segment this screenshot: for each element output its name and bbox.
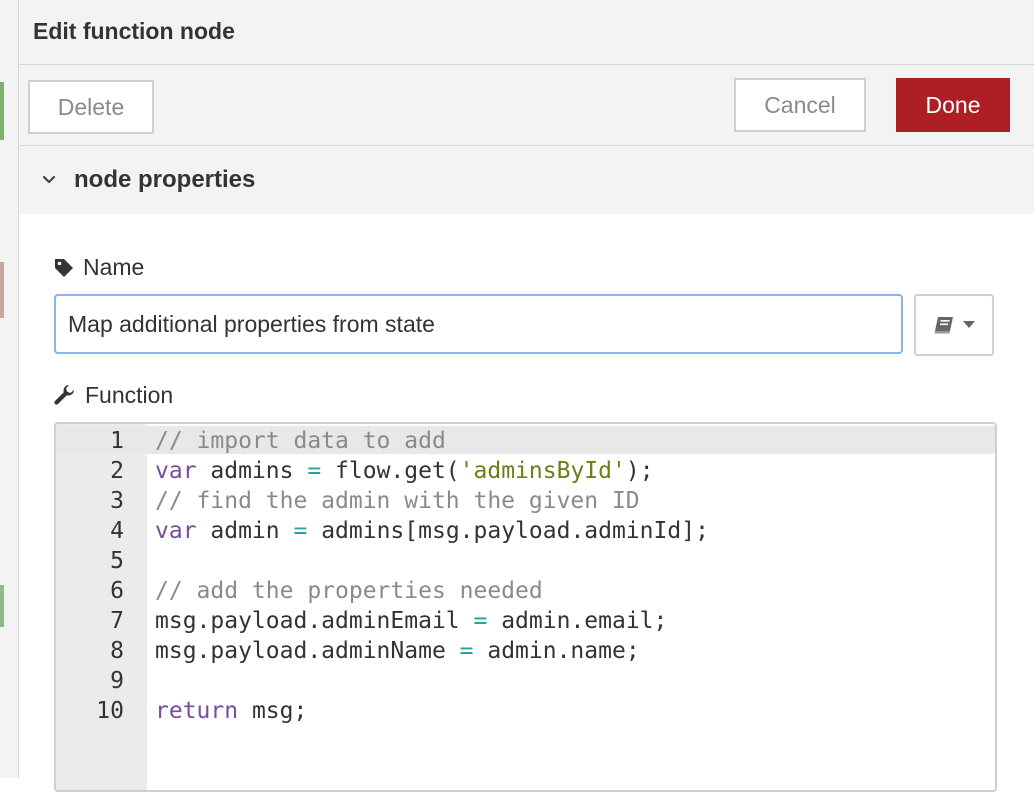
- name-label-text: Name: [83, 254, 145, 280]
- done-button[interactable]: Done: [896, 78, 1010, 132]
- book-icon: [934, 317, 953, 334]
- name-field-label: Name: [53, 254, 144, 281]
- code-token: msg.payload.adminName: [155, 638, 460, 664]
- workspace-node-marker: [0, 262, 4, 318]
- caret-down-icon: [963, 321, 975, 328]
- dialog-title: Edit function node: [33, 18, 235, 44]
- code-line: msg.payload.adminName = admin.name;: [155, 636, 709, 666]
- line-number: 6: [110, 578, 124, 604]
- line-number: 7: [110, 608, 124, 634]
- dialog-toolbar: Delete Cancel Done: [19, 65, 1034, 146]
- code-line: return msg;: [155, 696, 709, 726]
- code-token: admin: [196, 518, 294, 544]
- line-number: 8: [110, 638, 124, 664]
- code-token: msg;: [238, 698, 308, 724]
- cancel-button[interactable]: Cancel: [734, 78, 866, 132]
- workspace-edge: [0, 0, 19, 778]
- line-number: 4: [110, 518, 124, 544]
- workspace-node-marker: [0, 585, 4, 627]
- function-field-label: Function: [53, 382, 173, 409]
- code-token: msg.payload.adminEmail: [155, 608, 474, 634]
- code-content[interactable]: // import data to add var admins = flow.g…: [155, 426, 709, 726]
- line-number: 2: [110, 458, 124, 484]
- code-token: // add the properties needed: [155, 578, 543, 604]
- dialog-header: Edit function node: [19, 0, 1034, 65]
- code-token: var: [155, 518, 197, 544]
- line-number: 1: [110, 428, 124, 454]
- delete-button[interactable]: Delete: [28, 80, 154, 134]
- code-token: );: [625, 458, 654, 484]
- node-properties-section-toggle[interactable]: node properties: [19, 146, 1034, 214]
- code-line: msg.payload.adminEmail = admin.email;: [155, 606, 709, 636]
- code-line: // find the admin with the given ID: [155, 486, 709, 516]
- code-token: =: [307, 458, 322, 484]
- section-label: node properties: [74, 166, 256, 193]
- line-number: 9: [110, 668, 124, 694]
- code-token: flow.get(: [321, 458, 460, 484]
- code-editor[interactable]: 1 2 3 4 5 6 7 8 9 10 // import data to add var adm…: [54, 422, 997, 792]
- code-token: =: [473, 608, 488, 634]
- code-line: // import data to add: [155, 426, 709, 456]
- workspace-node-marker: [0, 82, 4, 140]
- line-number: 5: [110, 548, 124, 574]
- code-token: 'adminsById': [459, 458, 626, 484]
- function-label-text: Function: [85, 382, 174, 408]
- code-token: // find the admin with the given ID: [155, 488, 640, 514]
- code-token: return: [155, 698, 239, 724]
- code-token: =: [293, 518, 308, 544]
- line-number: 3: [110, 488, 124, 514]
- code-token: // import data to add: [155, 428, 446, 454]
- code-token: =: [459, 638, 474, 664]
- code-token: admins: [196, 458, 308, 484]
- library-button[interactable]: [914, 294, 994, 356]
- code-line: var admin = admins[msg.payload.adminId];: [155, 516, 709, 546]
- line-number: 10: [96, 698, 124, 724]
- wrench-icon: [54, 384, 74, 405]
- node-properties-panel: Name Function 1 2 3 4 5 6 7 8 9 10 // import data…: [19, 214, 1034, 792]
- code-token: admins[msg.payload.adminId];: [307, 518, 709, 544]
- code-token: admin.email;: [487, 608, 668, 634]
- code-token: var: [155, 458, 197, 484]
- code-token: admin.name;: [473, 638, 640, 664]
- line-numbers: 1 2 3 4 5 6 7 8 9 10: [56, 426, 124, 726]
- code-line: // add the properties needed: [155, 576, 709, 606]
- name-input[interactable]: [54, 294, 903, 354]
- chevron-down-icon: [42, 175, 56, 184]
- code-line: var admins = flow.get('adminsById');: [155, 456, 709, 486]
- tag-icon: [55, 258, 73, 277]
